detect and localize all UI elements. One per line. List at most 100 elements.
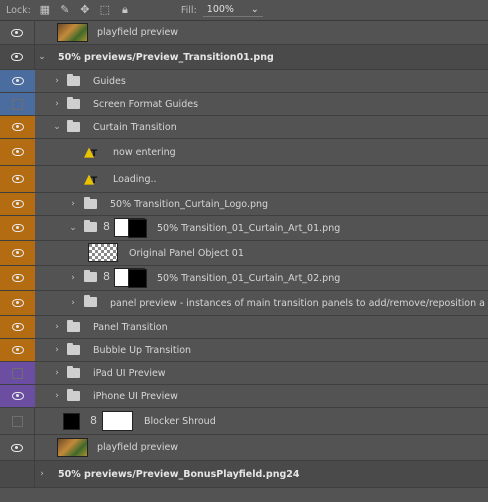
fill-value: 100% (206, 4, 234, 15)
chevron-right-icon[interactable]: › (52, 316, 62, 338)
visibility-toggle[interactable] (0, 408, 35, 434)
folder-open-icon (67, 120, 80, 132)
eye-icon (11, 53, 23, 61)
eye-icon (11, 148, 24, 156)
visibility-toggle[interactable] (0, 116, 35, 138)
layer-row[interactable]: ▲ T Loading.. (0, 166, 488, 193)
mask-shape (128, 269, 147, 288)
layer-name: 50% Transition_01_Curtain_Art_01.png (157, 222, 341, 234)
layer-thumbnail (88, 243, 118, 262)
chevron-down-icon[interactable]: ⌄ (52, 116, 62, 138)
folder-icon (67, 97, 80, 109)
chevron-right-icon[interactable]: › (52, 339, 62, 361)
eye-icon (11, 200, 24, 208)
layer-name: 50% previews/Preview_Transition01.png (58, 51, 274, 63)
layer-name: 50% Transition_Curtain_Logo.png (110, 198, 269, 210)
chevron-right-icon[interactable]: › (68, 193, 78, 215)
layer-group-row[interactable]: › 50% previews/Preview_BonusPlayfield.pn… (0, 461, 488, 488)
fill-value-dropdown[interactable]: 100% ⌄ (202, 3, 263, 17)
layer-row[interactable]: › Screen Format Guides (0, 93, 488, 116)
folder-icon (84, 197, 97, 209)
visibility-toggle[interactable] (0, 70, 35, 92)
layer-thumbnail (57, 438, 88, 457)
eye-icon (11, 28, 23, 37)
artboard-lock-icon[interactable]: ⬚ (99, 4, 111, 16)
eye-icon (11, 274, 24, 282)
layer-name: Bubble Up Transition (93, 344, 192, 356)
folder-open-icon (84, 220, 97, 232)
chevron-right-icon[interactable]: › (52, 362, 62, 384)
layer-row[interactable]: playfield preview (0, 435, 488, 461)
layer-name: playfield preview (97, 442, 179, 453)
layer-row[interactable]: Original Panel Object 01 (0, 241, 488, 266)
layer-row[interactable]: › Bubble Up Transition (0, 339, 488, 362)
visibility-toggle[interactable] (0, 461, 35, 487)
visibility-toggle[interactable] (0, 435, 35, 460)
layer-row[interactable]: › 8 50% Transition_01_Curtain_Art_02.png (0, 266, 488, 291)
mask-shape (128, 219, 147, 238)
layer-name: Curtain Transition (93, 121, 177, 133)
layer-row[interactable]: › 50% Transition_Curtain_Logo.png (0, 193, 488, 216)
visibility-toggle[interactable] (0, 316, 35, 338)
layer-row[interactable]: › Guides (0, 70, 488, 93)
visibility-toggle[interactable] (0, 139, 35, 165)
visibility-toggle[interactable] (0, 45, 35, 69)
layer-row[interactable]: ⌄ 8 50% Transition_01_Curtain_Art_01.png (0, 216, 488, 241)
layer-name: iPhone UI Preview (93, 390, 178, 402)
layer-row[interactable]: 8 Blocker Shroud (0, 408, 488, 435)
layer-row[interactable]: › panel preview - instances of main tran… (0, 291, 488, 316)
visibility-toggle[interactable] (0, 216, 35, 240)
folder-icon (67, 343, 80, 355)
layer-name: now entering (113, 146, 176, 158)
layer-row[interactable]: playfield preview (0, 21, 488, 45)
fill-label: Fill: (180, 4, 197, 16)
move-lock-icon[interactable]: ✥ (79, 4, 91, 16)
visibility-toggle[interactable] (0, 93, 35, 115)
layer-name: 50% previews/Preview_BonusPlayfield.png2… (58, 468, 300, 480)
layer-name: Screen Format Guides (93, 98, 199, 110)
layer-name: Original Panel Object 01 (129, 247, 244, 259)
layer-group-row[interactable]: ⌄ 50% previews/Preview_Transition01.png (0, 45, 488, 70)
layer-name: Blocker Shroud (144, 415, 216, 427)
folder-icon (67, 389, 80, 401)
visibility-toggle[interactable] (0, 385, 35, 407)
link-chain-icon: 8 (103, 220, 110, 233)
padlock-icon[interactable]: 🔒︎ (119, 4, 131, 16)
chevron-right-icon[interactable]: › (52, 385, 62, 407)
brush-lock-icon[interactable]: ✎ (59, 4, 71, 16)
eye-icon (11, 175, 24, 183)
visibility-toggle[interactable] (0, 266, 35, 290)
eye-icon (11, 224, 24, 232)
visibility-toggle[interactable] (0, 241, 35, 265)
folder-icon (67, 366, 80, 378)
checkerboard-lock-icon[interactable]: ▦ (39, 4, 51, 16)
layer-name: Panel Transition (93, 321, 168, 333)
layer-name: playfield preview (97, 27, 179, 38)
layer-row[interactable]: ⌄ Curtain Transition (0, 116, 488, 139)
layer-row[interactable]: › iPad UI Preview (0, 362, 488, 385)
chevron-right-icon[interactable]: › (68, 291, 78, 315)
chevron-right-icon[interactable]: › (37, 461, 47, 487)
chevron-right-icon[interactable]: › (68, 266, 78, 290)
visibility-toggle[interactable] (0, 166, 35, 192)
layer-row[interactable]: ▲ T now entering (0, 139, 488, 166)
layer-name: 50% Transition_01_Curtain_Art_02.png (157, 272, 341, 284)
visibility-toggle[interactable] (0, 291, 35, 315)
mask-thumbnail (114, 218, 147, 238)
eye-icon (11, 323, 24, 331)
hidden-checkbox-icon (12, 98, 23, 110)
folder-icon (67, 320, 80, 332)
visibility-toggle[interactable] (0, 21, 35, 44)
layer-name: iPad UI Preview (93, 367, 166, 379)
eye-icon (11, 249, 24, 257)
chevron-down-icon[interactable]: ⌄ (68, 216, 78, 240)
visibility-toggle[interactable] (0, 193, 35, 215)
visibility-toggle[interactable] (0, 339, 35, 361)
layers-list: playfield preview ⌄ 50% previews/Preview… (0, 21, 488, 488)
chevron-down-icon[interactable]: ⌄ (37, 45, 47, 69)
chevron-right-icon[interactable]: › (52, 70, 62, 92)
visibility-toggle[interactable] (0, 362, 35, 384)
chevron-right-icon[interactable]: › (52, 93, 62, 115)
layer-row[interactable]: › Panel Transition (0, 316, 488, 339)
layer-row[interactable]: › iPhone UI Preview (0, 385, 488, 408)
